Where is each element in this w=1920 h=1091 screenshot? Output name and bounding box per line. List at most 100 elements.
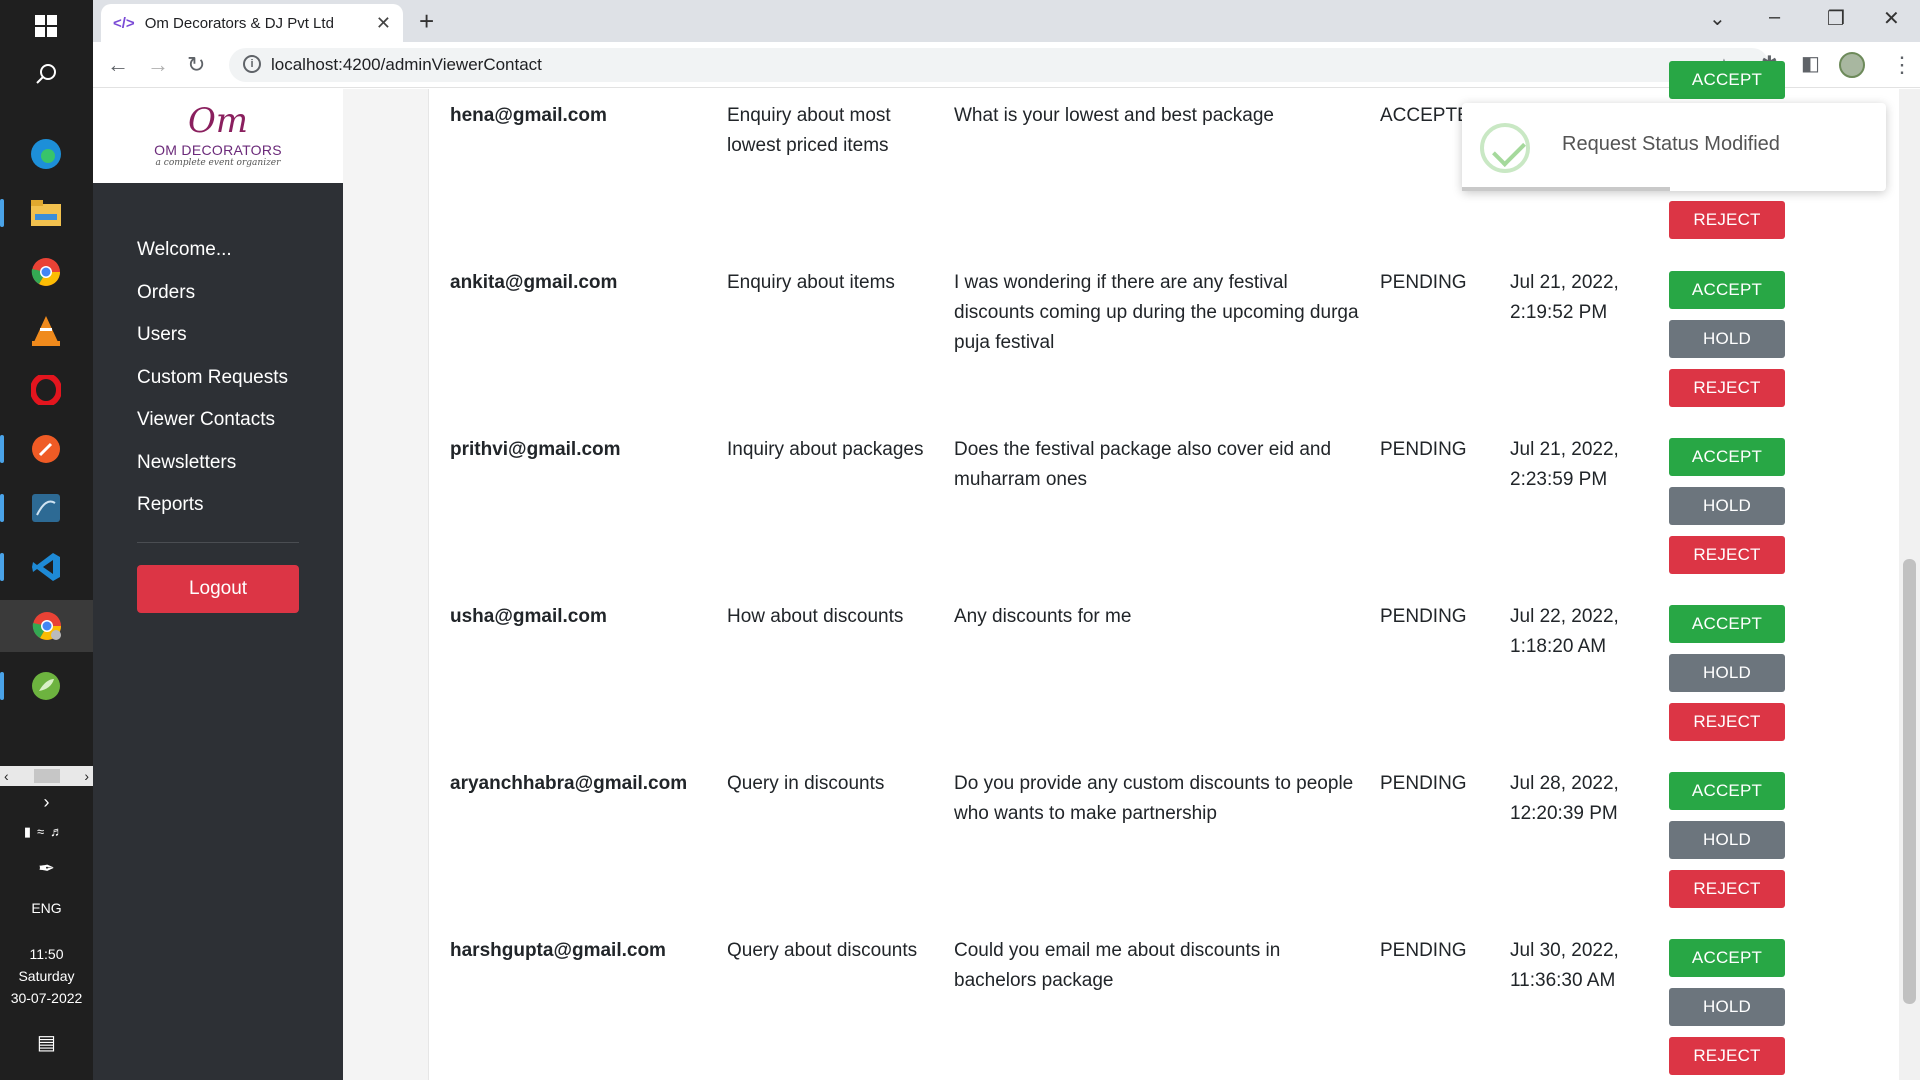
sidebar-item-users[interactable]: Users	[137, 314, 288, 357]
browser-window: </> Om Decorators & DJ Pvt Ltd ✕ + ⌄ – ❐…	[93, 0, 1920, 1080]
back-arrow-icon[interactable]: ←	[107, 52, 129, 78]
tab-strip: </> Om Decorators & DJ Pvt Ltd ✕ + ⌄ – ❐…	[93, 0, 1920, 42]
row-email: prithvi@gmail.com	[450, 439, 621, 460]
reject-button[interactable]: REJECT	[1669, 201, 1785, 239]
spring-tools-icon[interactable]	[0, 660, 76, 712]
taskbar-scroll[interactable]: ‹ ›	[0, 766, 93, 786]
accept-button[interactable]: ACCEPT	[1669, 438, 1785, 476]
logo-mark: Om	[187, 101, 249, 141]
clock-time[interactable]: 11:50	[0, 946, 93, 962]
status-toast[interactable]: Request Status Modified	[1462, 103, 1886, 191]
reject-button[interactable]: REJECT	[1669, 369, 1785, 407]
table-row: usha@gmail.com How about discounts Any d…	[429, 590, 1909, 757]
toast-message: Request Status Modified	[1562, 133, 1780, 155]
row-message: Does the festival package also cover eid…	[954, 439, 1332, 490]
row-email: ankita@gmail.com	[450, 272, 618, 293]
chevron-left-icon[interactable]: ‹	[4, 768, 9, 784]
logo-tagline: a complete event organizer	[155, 158, 281, 168]
accept-button[interactable]: ACCEPT	[1669, 605, 1785, 643]
row-email: harshgupta@gmail.com	[450, 940, 666, 961]
row-email: hena@gmail.com	[450, 105, 607, 126]
file-explorer-icon[interactable]	[0, 187, 76, 239]
scrollbar-thumb[interactable]	[1903, 559, 1916, 1004]
reject-button[interactable]: REJECT	[1669, 1037, 1785, 1075]
row-message: Any discounts for me	[954, 606, 1132, 627]
row-email: usha@gmail.com	[450, 606, 607, 627]
page-scrollbar[interactable]	[1899, 89, 1920, 1080]
edge-icon[interactable]	[16, 128, 76, 180]
row-email: aryanchhabra@gmail.com	[450, 773, 688, 794]
system-tray-icons[interactable]: ▮≈♬	[0, 824, 93, 840]
reject-button[interactable]: REJECT	[1669, 870, 1785, 908]
row-status: PENDING	[1380, 606, 1467, 627]
logout-button[interactable]: Logout	[137, 565, 299, 613]
browser-toolbar: ← → ↻ i localhost:4200/adminViewerContac…	[93, 42, 1920, 88]
windows-taskbar: ‹ › › ▮≈♬ ✒ ENG 11:50 Saturday 30-07-202…	[0, 0, 93, 1080]
windows-start-icon[interactable]	[16, 0, 76, 52]
table-row: ankita@gmail.com Enquiry about items I w…	[429, 256, 1909, 423]
sidebar-item-custom-requests[interactable]: Custom Requests	[137, 357, 288, 400]
hold-button[interactable]: HOLD	[1669, 654, 1785, 692]
page-viewport: Om OM DECORATORS a complete event organi…	[93, 61, 1908, 1080]
notification-center-icon[interactable]: ▤	[0, 1030, 93, 1055]
logo-name: OM DECORATORS	[154, 142, 282, 158]
logo[interactable]: Om OM DECORATORS a complete event organi…	[93, 89, 343, 183]
active-tab[interactable]: </> Om Decorators & DJ Pvt Ltd ✕	[101, 4, 403, 42]
minimize-icon[interactable]: –	[1769, 6, 1780, 29]
mysql-workbench-icon[interactable]	[0, 482, 76, 534]
row-subject: Enquiry about most lowest priced items	[727, 105, 891, 156]
accept-button[interactable]: ACCEPT	[1669, 772, 1785, 810]
accept-button[interactable]: ACCEPT	[1669, 939, 1785, 977]
row-date: Jul 28, 2022, 12:20:39 PM	[1510, 773, 1619, 824]
chrome-active-icon[interactable]	[0, 600, 93, 652]
postman-icon[interactable]	[0, 423, 76, 475]
close-tab-icon[interactable]: ✕	[376, 13, 391, 34]
sidebar-item-newsletters[interactable]: Newsletters	[137, 442, 288, 485]
row-message: I was wondering if there are any festiva…	[954, 272, 1359, 353]
opera-icon[interactable]	[16, 364, 76, 416]
site-info-icon[interactable]: i	[243, 55, 261, 73]
row-subject: Enquiry about items	[727, 272, 895, 293]
forward-arrow-icon[interactable]: →	[147, 52, 169, 78]
sidebar-item-reports[interactable]: Reports	[137, 484, 288, 527]
reject-button[interactable]: REJECT	[1669, 536, 1785, 574]
code-favicon-icon: </>	[113, 14, 135, 32]
row-date: Jul 30, 2022, 11:36:30 AM	[1510, 940, 1619, 991]
sidebar-menu: Welcome... Orders Users Custom Requests …	[137, 229, 288, 527]
chrome-icon[interactable]	[16, 246, 76, 298]
restore-icon[interactable]: ❐	[1827, 6, 1845, 31]
hold-button[interactable]: HOLD	[1669, 487, 1785, 525]
sidebar-item-welcome[interactable]: Welcome...	[137, 229, 288, 272]
pen-icon[interactable]: ✒	[0, 856, 93, 881]
chevron-right-icon[interactable]: ›	[84, 768, 89, 784]
address-bar[interactable]: i localhost:4200/adminViewerContact ↗ ☆	[229, 48, 1769, 82]
reload-icon[interactable]: ↻	[187, 52, 205, 78]
vlc-icon[interactable]	[16, 305, 76, 357]
more-menu-icon[interactable]: ⋮	[1891, 52, 1913, 78]
language-indicator[interactable]: ENG	[0, 900, 93, 916]
menu-divider	[137, 542, 299, 543]
row-status: PENDING	[1380, 940, 1467, 961]
accept-button[interactable]: ACCEPT	[1669, 61, 1785, 99]
profile-avatar[interactable]	[1839, 52, 1865, 78]
row-subject: Query in discounts	[727, 773, 885, 794]
clock-day[interactable]: Saturday	[0, 968, 93, 984]
show-hidden-icons-chevron-icon[interactable]: ›	[0, 792, 93, 813]
url-text[interactable]: localhost:4200/adminViewerContact	[271, 55, 542, 75]
search-icon[interactable]	[16, 48, 76, 100]
side-panel-icon[interactable]: ◧	[1801, 51, 1820, 76]
accept-button[interactable]: ACCEPT	[1669, 271, 1785, 309]
close-window-icon[interactable]: ✕	[1883, 6, 1900, 31]
clock-date[interactable]: 30-07-2022	[0, 990, 93, 1006]
row-date: Jul 21, 2022, 2:19:52 PM	[1510, 272, 1619, 323]
hold-button[interactable]: HOLD	[1669, 320, 1785, 358]
reject-button[interactable]: REJECT	[1669, 703, 1785, 741]
hold-button[interactable]: HOLD	[1669, 988, 1785, 1026]
hold-button[interactable]: HOLD	[1669, 821, 1785, 859]
new-tab-icon[interactable]: +	[419, 6, 434, 37]
vscode-icon[interactable]	[0, 541, 76, 593]
sidebar-item-orders[interactable]: Orders	[137, 272, 288, 315]
sidebar-item-viewer-contacts[interactable]: Viewer Contacts	[137, 399, 288, 442]
scroll-thumb[interactable]	[33, 769, 60, 783]
tab-search-chevron-icon[interactable]: ⌄	[1709, 6, 1726, 31]
